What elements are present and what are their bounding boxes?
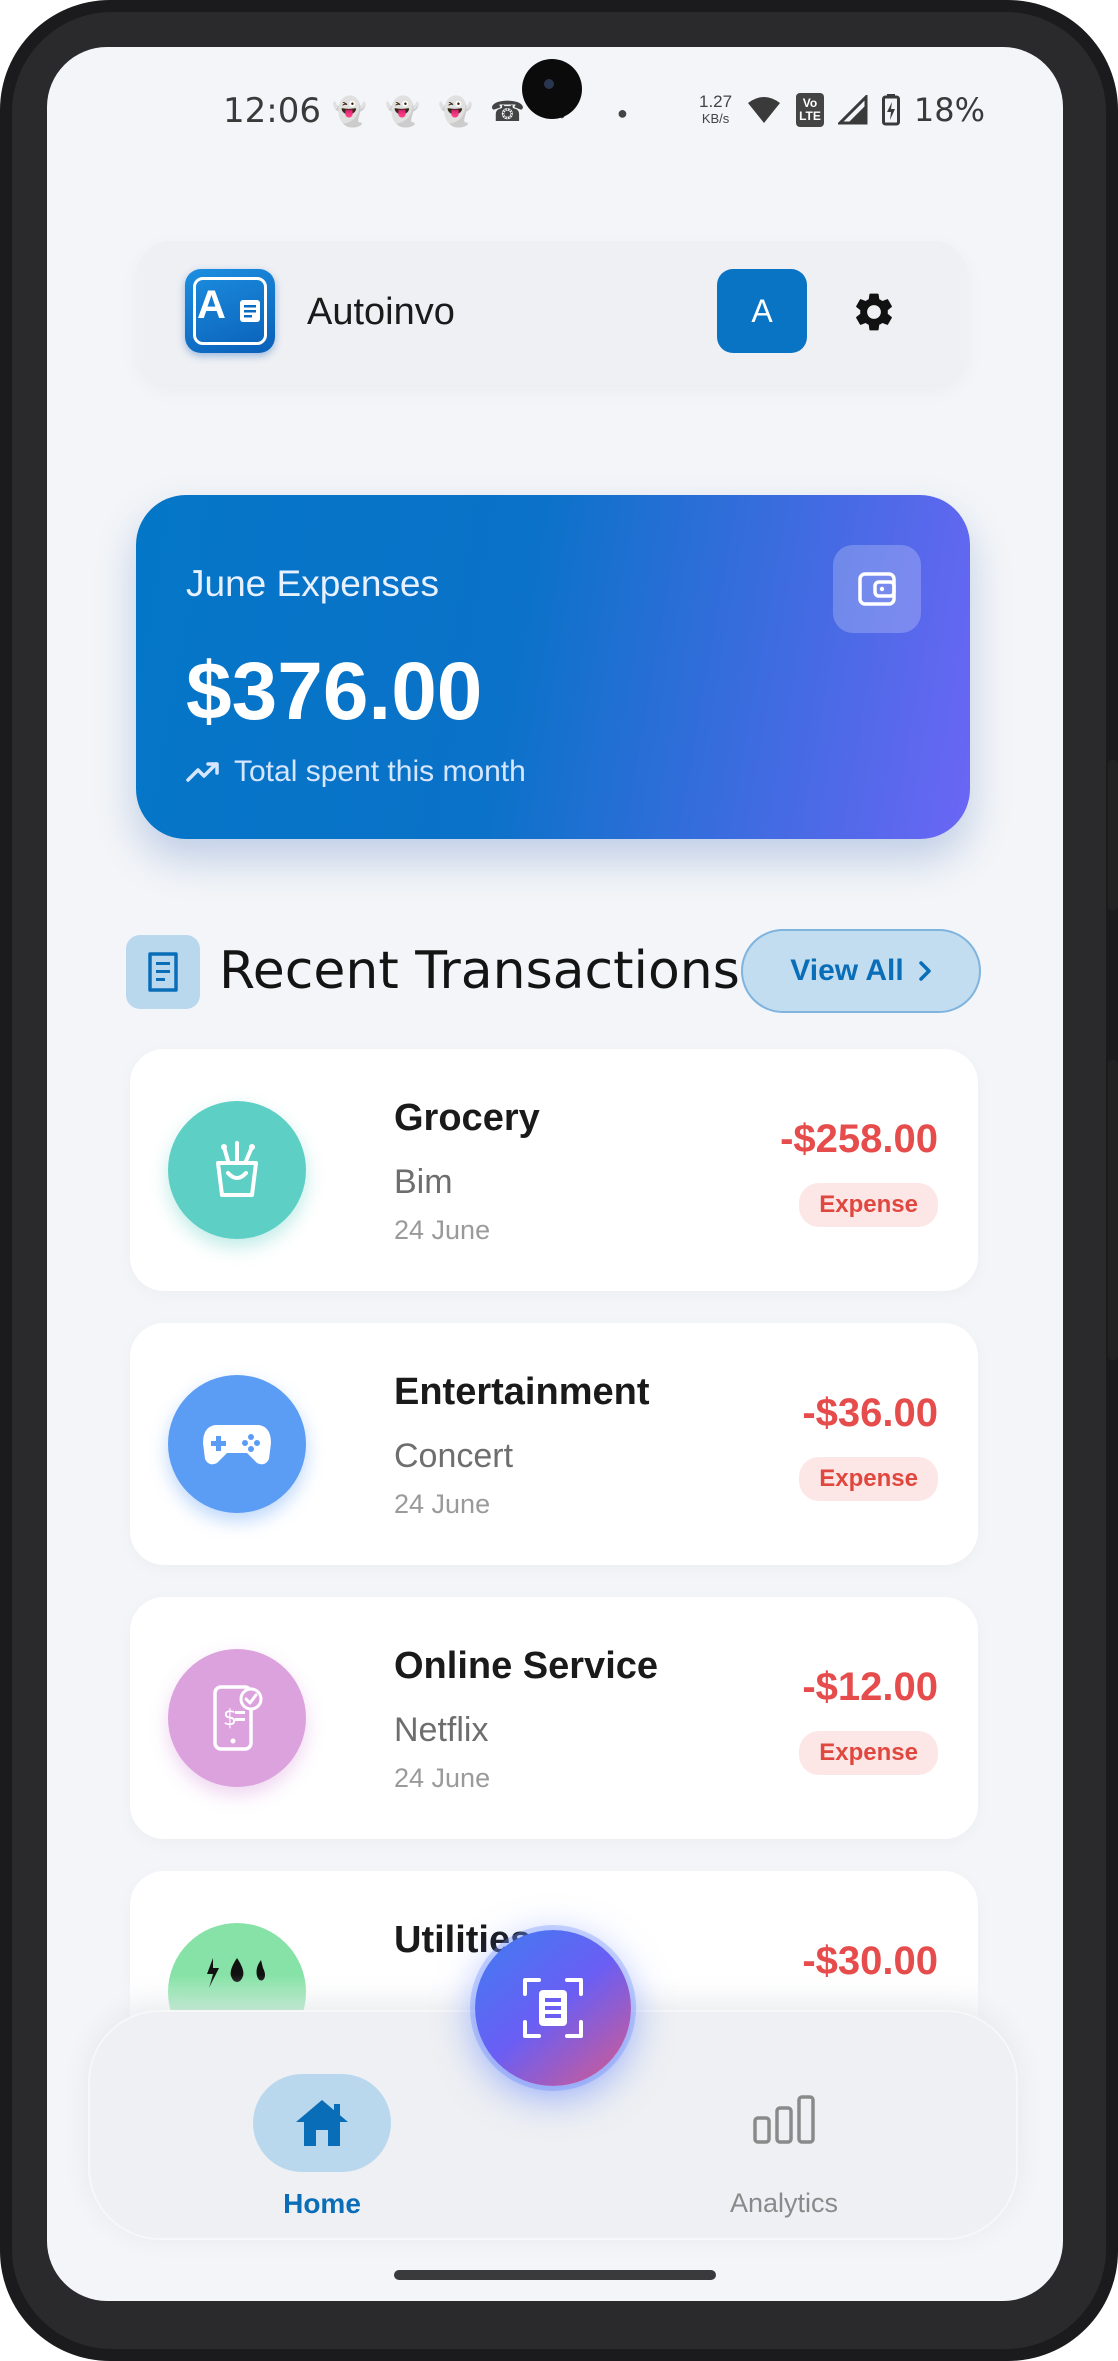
transaction-amount: -$12.00: [802, 1665, 938, 1709]
transaction-amount: -$258.00: [780, 1117, 938, 1161]
wallet-icon: [858, 572, 896, 606]
whatsapp-icon: ☎: [490, 96, 525, 127]
app-logo: A: [185, 269, 275, 353]
summary-title: June Expenses: [186, 563, 440, 604]
summary-amount: $376.00: [186, 646, 483, 737]
snapchat-icon: 👻: [438, 96, 473, 127]
front-camera: [522, 59, 582, 119]
transaction-type-badge: Expense: [799, 1457, 938, 1501]
receipt-section-icon: [126, 935, 200, 1009]
volume-button: [1108, 760, 1118, 910]
avatar-initial: A: [751, 292, 773, 329]
scan-receipt-button[interactable]: [475, 1930, 631, 2086]
net-speed: 1.27 KB/s: [699, 92, 733, 126]
transaction-date: 24 June: [394, 1215, 491, 1245]
status-bar: 12:06 👻 👻 👻 ☎ ✓ ● 1.27 KB/s Vo LTE: [47, 47, 1063, 177]
logo-letter: A: [197, 283, 226, 327]
transaction-category: Entertainment: [394, 1371, 650, 1413]
transaction-card[interactable]: Grocery Bim 24 June -$258.00 Expense: [130, 1049, 978, 1291]
gamepad-icon: [203, 1425, 271, 1465]
recent-transactions-title: Recent Transactions: [219, 941, 740, 1001]
shopping-bag-icon: [216, 1141, 258, 1197]
scan-icon: [523, 1978, 583, 2038]
wifi-icon: [748, 97, 781, 123]
transaction-merchant: Concert: [394, 1437, 514, 1475]
settings-gear-icon[interactable]: [851, 289, 897, 335]
volte-icon: Vo LTE: [796, 93, 824, 127]
status-right: 1.27 KB/s Vo LTE 18%: [699, 91, 985, 129]
app-header: A Autoinvo A: [137, 241, 967, 385]
snapchat-icon: 👻: [385, 96, 420, 127]
phone-payment-icon: $: [213, 1685, 263, 1751]
wallet-button[interactable]: [833, 545, 921, 633]
transaction-date: 24 June: [394, 1763, 491, 1793]
bar-chart-icon[interactable]: [752, 2094, 816, 2144]
category-icon-circle: [168, 1101, 306, 1239]
chevron-right-icon: [918, 961, 931, 981]
nav-analytics-label[interactable]: Analytics: [710, 2188, 858, 2219]
transaction-category: Grocery: [394, 1097, 540, 1139]
profile-avatar-button[interactable]: A: [717, 269, 807, 353]
summary-subtitle: Total spent this month: [234, 755, 526, 788]
home-indicator[interactable]: [394, 2270, 716, 2280]
summary-subtitle-row: Total spent this month: [186, 755, 526, 789]
transaction-type-badge: Expense: [799, 1731, 938, 1775]
transaction-card[interactable]: $ Online Service Netflix 24 June -$12.00…: [130, 1597, 978, 1839]
battery-percentage: 18%: [913, 91, 985, 129]
transaction-amount: -$36.00: [802, 1391, 938, 1435]
transaction-date: 24 June: [394, 1489, 491, 1519]
nav-home-button[interactable]: [253, 2074, 391, 2172]
phone-frame: 12:06 👻 👻 👻 ☎ ✓ ● 1.27 KB/s Vo LTE: [0, 0, 1118, 2361]
view-all-label: View All: [790, 954, 904, 987]
battery-icon: [881, 94, 900, 126]
receipt-icon: [148, 952, 178, 992]
app-name: Autoinvo: [307, 291, 455, 333]
svg-text:$: $: [223, 1706, 237, 1731]
screen: 12:06 👻 👻 👻 ☎ ✓ ● 1.27 KB/s Vo LTE: [47, 47, 1063, 2301]
category-icon-circle: [168, 1375, 306, 1513]
transaction-category: Online Service: [394, 1645, 659, 1687]
home-icon: [296, 2100, 348, 2146]
transaction-merchant: Bim: [394, 1163, 453, 1201]
view-all-button[interactable]: View All: [741, 929, 981, 1013]
trending-up-icon: [186, 762, 219, 782]
category-icon-circle: $: [168, 1649, 306, 1787]
document-mini-icon: [240, 300, 260, 322]
nav-home-label[interactable]: Home: [253, 2188, 391, 2220]
power-button: [1108, 1060, 1118, 1360]
monthly-expenses-card[interactable]: June Expenses $376.00 Total spent this m…: [136, 495, 970, 839]
status-time: 12:06: [223, 91, 321, 131]
snapchat-icon: 👻: [332, 96, 367, 127]
signal-icon: [837, 95, 868, 125]
transaction-card[interactable]: Entertainment Concert 24 June -$36.00 Ex…: [130, 1323, 978, 1565]
more-dot-icon: ●: [617, 103, 628, 123]
transaction-merchant: Netflix: [394, 1711, 489, 1749]
transaction-type-badge: Expense: [799, 1183, 938, 1227]
